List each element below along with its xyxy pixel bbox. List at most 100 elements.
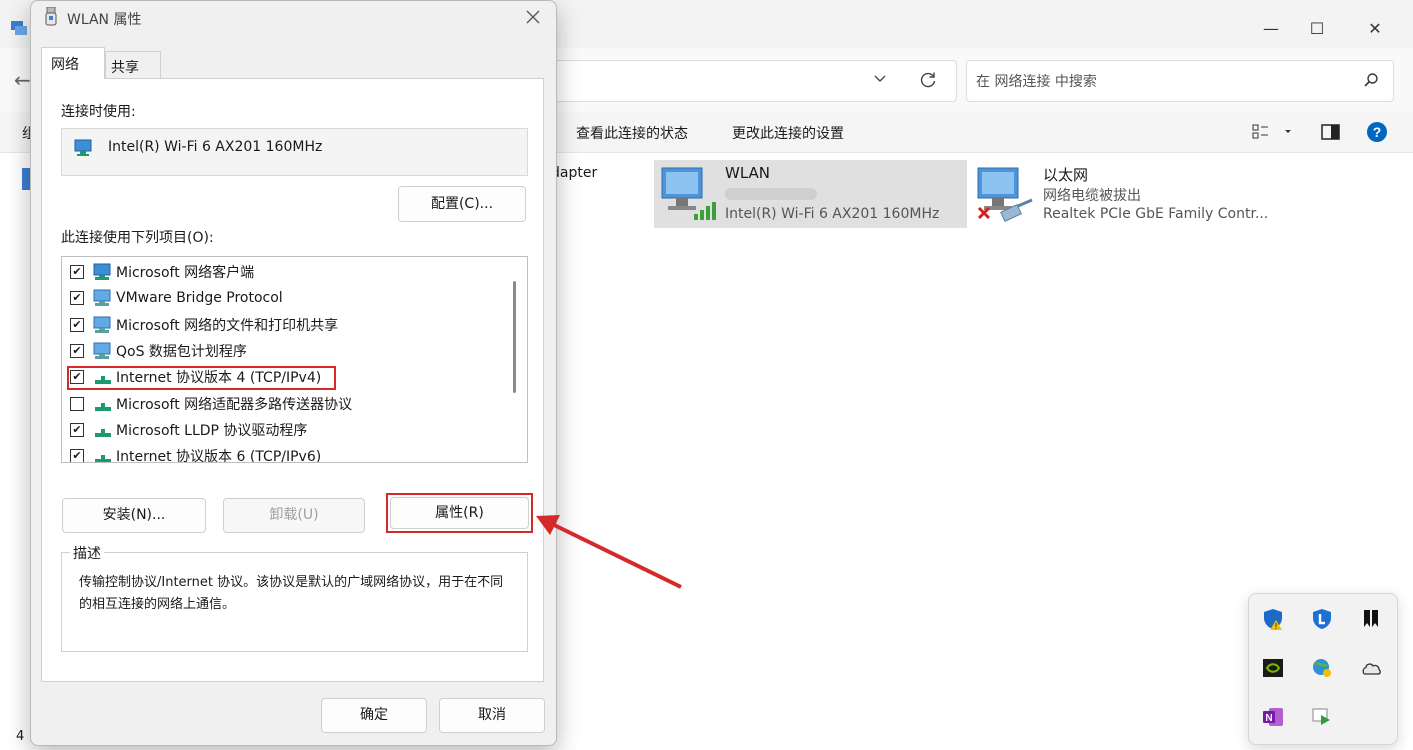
chevron-down-icon[interactable]: [872, 70, 888, 90]
protocol-icon: [92, 421, 114, 439]
search-placeholder: 在 网络连接 中搜索: [976, 74, 1097, 90]
ok-label: 确定: [360, 707, 388, 723]
checkbox[interactable]: ✔: [70, 291, 84, 306]
media-play-icon[interactable]: [1310, 705, 1334, 729]
connection-name: 以太网: [1043, 166, 1089, 184]
network-service-icon: [92, 342, 114, 360]
dialog-title: WLAN 属性: [67, 12, 142, 28]
tab-network[interactable]: 网络: [41, 47, 105, 79]
close-window-button[interactable]: ✕: [1352, 13, 1398, 45]
connection-name: WLAN: [725, 164, 771, 182]
checkbox[interactable]: ✔: [70, 317, 84, 332]
install-label: 安装(N)...: [102, 507, 166, 523]
maximize-button[interactable]: ☐: [1294, 13, 1340, 45]
ethernet-adapter-icon: [974, 162, 1038, 230]
list-item-label: Microsoft LLDP 协议驱动程序: [116, 422, 308, 439]
refresh-icon[interactable]: [918, 70, 938, 94]
tab-label: 共享: [111, 60, 139, 76]
checkbox[interactable]: [70, 396, 84, 411]
checkbox[interactable]: ✔: [70, 343, 84, 358]
wireless-adapter-icon: [658, 162, 720, 228]
checkbox[interactable]: ✔: [70, 265, 84, 279]
bookmark-app-icon[interactable]: [1359, 607, 1383, 631]
configure-label: 配置(C)...: [430, 196, 494, 212]
wlan-properties-dialog: WLAN 属性 网络 共享 连接时使用: Intel(R) Wi-Fi 6 AX…: [30, 0, 557, 746]
preview-pane-icon[interactable]: [1321, 123, 1341, 145]
checkbox[interactable]: ✔: [70, 422, 84, 437]
ipv4-highlight-box: [67, 366, 336, 390]
uninstall-button: 卸载(U): [223, 498, 365, 533]
description-text: 传输控制协议/Internet 协议。该协议是默认的广域网络协议，用于在不同的相…: [79, 575, 504, 612]
list-item-label: Microsoft 网络客户端: [116, 265, 255, 281]
tab-panel: 连接时使用: Intel(R) Wi-Fi 6 AX201 160MHz 配置(…: [41, 78, 544, 682]
protocol-icon: [92, 395, 114, 413]
adapter-box: Intel(R) Wi-Fi 6 AX201 160MHz: [61, 128, 528, 176]
install-button[interactable]: 安装(N)...: [62, 498, 206, 533]
protocol-icon: [92, 447, 114, 462]
cancel-button[interactable]: 取消: [439, 698, 545, 733]
tab-sharing[interactable]: 共享: [105, 51, 161, 79]
onenote-icon[interactable]: N: [1261, 705, 1285, 729]
list-item[interactable]: ✔ Microsoft 网络的文件和打印机共享: [70, 312, 338, 338]
items-label: 此连接使用下列项目(O):: [61, 230, 214, 246]
list-item[interactable]: ✔ Internet 协议版本 6 (TCP/IPv6): [70, 443, 322, 463]
search-input[interactable]: 在 网络连接 中搜索: [966, 60, 1394, 102]
vertical-scrollbar[interactable]: [513, 281, 516, 393]
view-options-icon[interactable]: [1252, 123, 1292, 145]
lenovo-l-icon[interactable]: [1310, 607, 1334, 631]
cancel-label: 取消: [478, 707, 506, 723]
onedrive-cloud-icon[interactable]: [1359, 656, 1383, 680]
back-icon[interactable]: ←: [14, 68, 31, 92]
list-item-label: Microsoft 网络的文件和打印机共享: [116, 317, 339, 334]
connection-status: 网络电缆被拔出: [1043, 188, 1141, 204]
svg-text:?: ?: [1373, 124, 1382, 140]
help-icon[interactable]: ?: [1366, 121, 1388, 147]
network-adapter-icon: [74, 139, 92, 161]
svg-text:!: !: [1275, 622, 1277, 631]
connection-status-blurred: [725, 188, 817, 200]
list-item[interactable]: ✔ QoS 数据包计划程序: [70, 338, 247, 364]
dialog-title-icon: [44, 6, 58, 31]
components-list[interactable]: ✔ Microsoft 网络客户端 ✔ VMware Bridge Protocol ✔…: [61, 256, 528, 463]
partial-adapter-text: dapter: [551, 165, 598, 181]
address-bar[interactable]: [500, 60, 957, 102]
list-item[interactable]: ✔ Microsoft LLDP 协议驱动程序: [70, 417, 307, 443]
list-item-label: QoS 数据包计划程序: [116, 343, 247, 360]
adapter-name: Intel(R) Wi-Fi 6 AX201 160MHz: [108, 139, 323, 155]
network-service-icon: [92, 289, 114, 307]
connect-using-label: 连接时使用:: [61, 104, 136, 120]
list-item-label: Internet 协议版本 6 (TCP/IPv6): [116, 449, 322, 463]
list-item[interactable]: ✔ VMware Bridge Protocol: [70, 285, 283, 311]
list-item[interactable]: ✔ Microsoft 网络客户端: [70, 259, 254, 285]
minimize-button[interactable]: —: [1248, 13, 1294, 45]
annotation-arrow: [536, 515, 682, 589]
list-item-label: VMware Bridge Protocol: [116, 290, 283, 307]
nvidia-icon[interactable]: [1261, 656, 1285, 680]
list-item[interactable]: Microsoft 网络适配器多路传送器协议: [70, 391, 352, 417]
configure-button[interactable]: 配置(C)...: [398, 186, 526, 222]
security-shield-icon[interactable]: !: [1261, 607, 1285, 631]
tab-label: 网络: [51, 57, 79, 73]
properties-label: 属性(R): [435, 505, 484, 521]
search-icon: [1363, 72, 1379, 92]
connection-card-wlan[interactable]: WLAN Intel(R) Wi-Fi 6 AX201 160MHz: [654, 160, 967, 228]
app-icon: [10, 20, 28, 36]
svg-text:N: N: [1265, 713, 1272, 724]
change-settings-command[interactable]: 更改此连接的设置: [732, 123, 844, 143]
checkbox[interactable]: ✔: [70, 449, 84, 462]
description-group: 描述 传输控制协议/Internet 协议。该协议是默认的广域网络协议，用于在不…: [61, 543, 528, 652]
ok-button[interactable]: 确定: [321, 698, 427, 733]
tray-overflow-flyout: ! N: [1248, 593, 1398, 745]
dialog-close-icon[interactable]: [525, 9, 541, 29]
connection-card-ethernet[interactable]: 以太网 网络电缆被拔出 Realtek PCIe GbE Family Cont…: [972, 160, 1292, 228]
view-status-command[interactable]: 查看此连接的状态: [576, 123, 688, 143]
connection-device: Intel(R) Wi-Fi 6 AX201 160MHz: [725, 206, 940, 222]
network-service-icon: [92, 316, 114, 334]
uninstall-label: 卸载(U): [269, 507, 319, 523]
network-globe-icon[interactable]: [1310, 656, 1334, 680]
list-item-label: Microsoft 网络适配器多路传送器协议: [116, 396, 353, 413]
description-label: 描述: [70, 543, 104, 563]
network-client-icon: [92, 263, 114, 281]
properties-button[interactable]: 属性(R): [390, 497, 529, 529]
connection-device: Realtek PCIe GbE Family Contr...: [1043, 206, 1269, 222]
